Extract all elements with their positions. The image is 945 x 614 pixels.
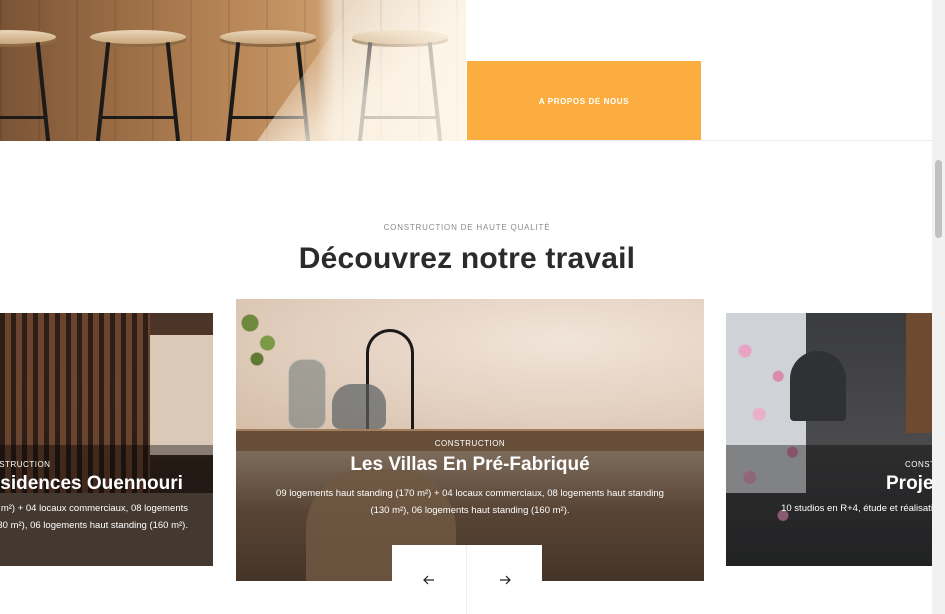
project-card-ouennouri[interactable]: CONSTRUCTION Résidences Ouennouri 09 log… xyxy=(0,313,213,566)
project-title: Résidences Ouennouri xyxy=(0,473,183,494)
project-card-right[interactable]: CONSTRUCTION Projet 10 studios en R+4, é… xyxy=(726,313,932,566)
section-eyebrow: CONSTRUCTION DE HAUTE QUALITÉ xyxy=(383,223,551,232)
scrollbar[interactable] xyxy=(932,0,945,614)
section-title: Découvrez notre travail xyxy=(298,242,636,275)
project-category: CONSTRUCTION xyxy=(0,460,51,469)
project-description: 09 logements haut standing (170 m²) + 04… xyxy=(276,488,664,516)
carousel-prev-button[interactable] xyxy=(392,545,467,614)
project-title: Projet xyxy=(886,473,932,494)
project-category: CONSTRUCTION xyxy=(434,439,506,448)
arrow-right-icon xyxy=(499,575,511,584)
project-description: 10 studios en R+4, étude et réalisation,… xyxy=(781,503,932,514)
arrow-left-icon xyxy=(423,575,434,584)
scrollbar-thumb[interactable] xyxy=(935,160,942,238)
project-category: CONSTRUCTION xyxy=(905,460,932,469)
bar-stools-image xyxy=(0,0,466,141)
about-us-button[interactable]: A PROPOS DE NOUS xyxy=(467,61,701,141)
project-card-villas[interactable]: CONSTRUCTION Les Villas En Pré-Fabriqué … xyxy=(236,299,704,581)
carousel-next-button[interactable] xyxy=(467,545,542,614)
project-description: 09 logements haut standing (170 m²) + 04… xyxy=(0,503,188,531)
divider xyxy=(466,140,932,141)
project-title: Les Villas En Pré-Fabriqué xyxy=(350,454,590,475)
